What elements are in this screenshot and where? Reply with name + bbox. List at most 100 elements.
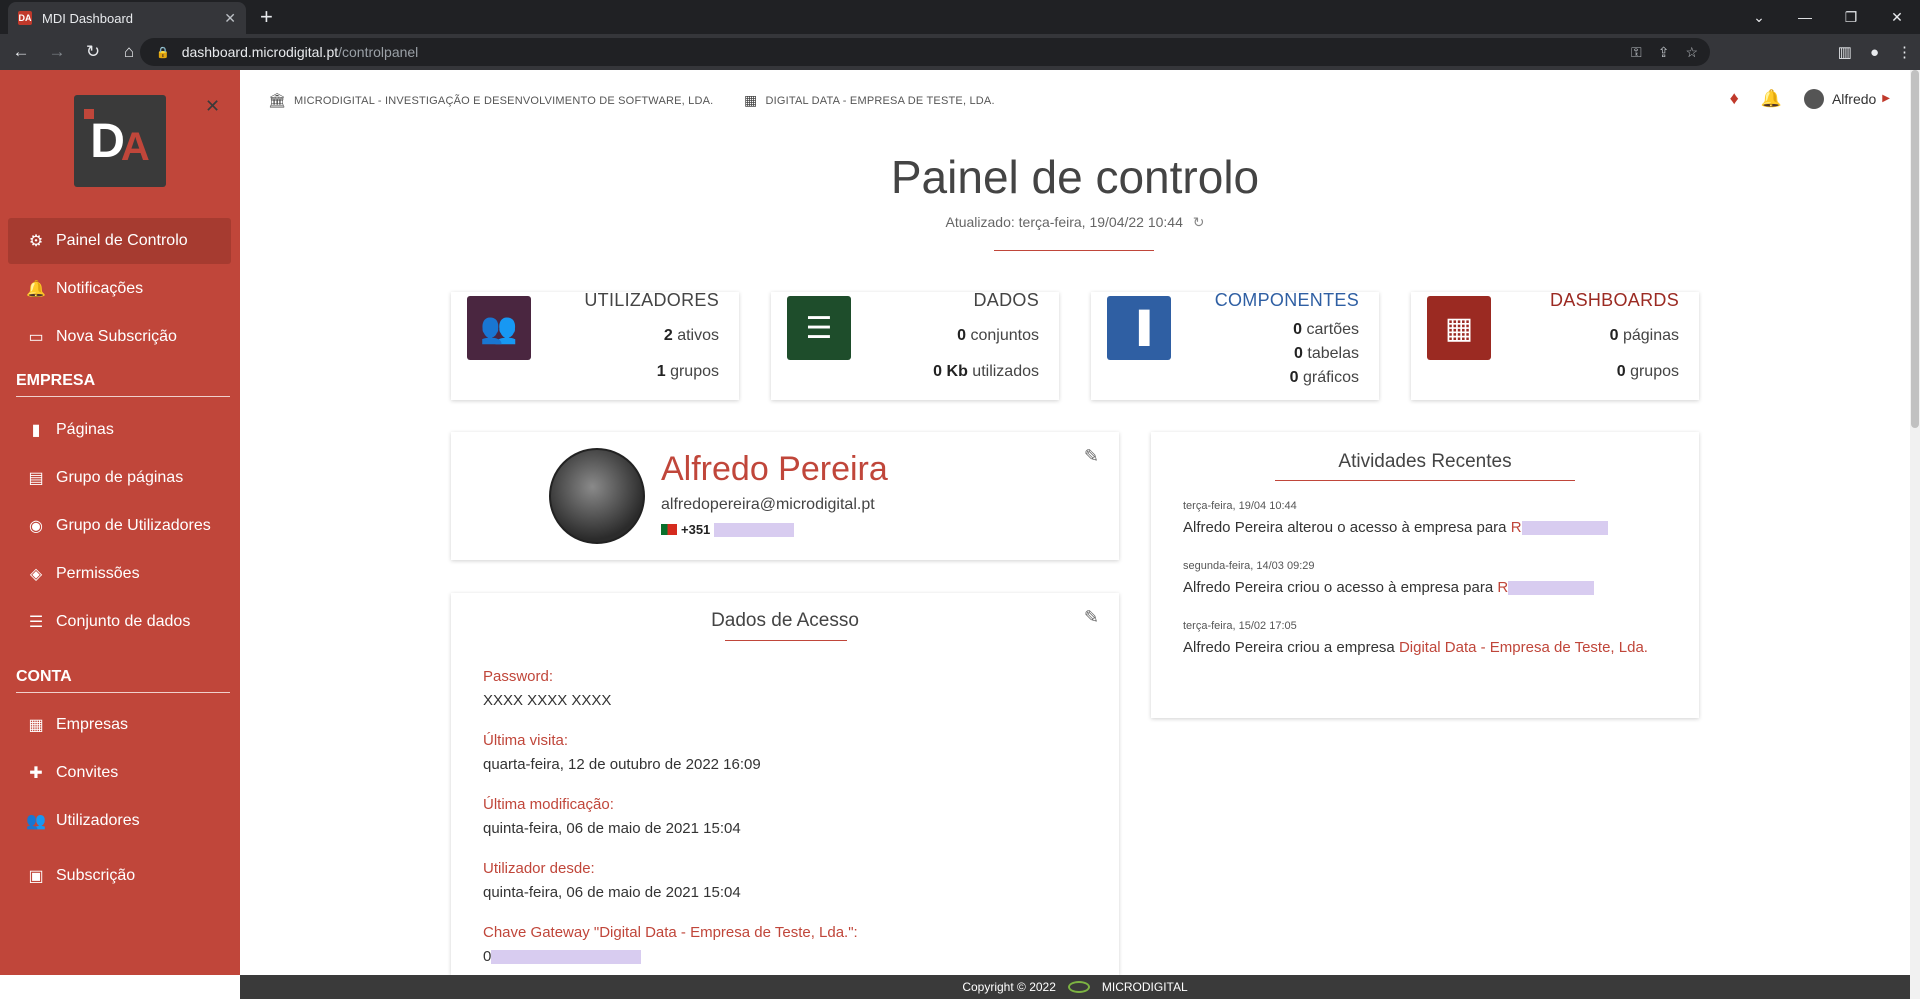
bell-icon: 🔔: [26, 281, 46, 298]
sidebar-item-painel-de-controlo[interactable]: ⚙ Painel de Controlo: [8, 218, 231, 264]
sidebar-item-grupo-de-utilizadores[interactable]: ◉ Grupo de Utilizadores: [8, 503, 231, 549]
user-toolbar: ♦ 🔔 Alfredo ▶: [1730, 88, 1890, 109]
activity-link[interactable]: R: [1497, 579, 1508, 596]
stat-row: 0 cartões: [1293, 321, 1359, 338]
bell-icon[interactable]: 🔔: [1761, 89, 1782, 109]
profile-avatar: [549, 448, 645, 544]
sidebar-item-conjunto-de-dados[interactable]: ☰ Conjunto de dados: [8, 599, 231, 645]
sidebar-item-permissoes[interactable]: ◈ Permissões: [8, 551, 231, 597]
pages-group-icon: ▤: [28, 470, 44, 487]
stat-row: 2 ativos: [663, 327, 719, 344]
sidebar-item-subscricao[interactable]: ▣ Subscrição: [8, 853, 231, 899]
profile-icon[interactable]: ●: [1870, 44, 1879, 61]
sidebar-item-empresas[interactable]: ▦ Empresas: [8, 702, 231, 748]
stat-card-dados[interactable]: ☰ DADOS 0 conjuntos 0 Kb utilizados: [771, 290, 1059, 400]
stat-card-componentes[interactable]: ▐ COMPONENTES 0 cartões 0 tabelas 0 gráficos: [1091, 290, 1379, 400]
new-tab-button[interactable]: +: [260, 4, 273, 30]
avatar: [1803, 88, 1824, 109]
sidebar-item-nova-subscricao[interactable]: ▭ Nova Subscrição: [8, 314, 231, 360]
microdigital-logo-icon: [1067, 981, 1090, 993]
building-icon: ▦: [28, 717, 44, 734]
sidebar-item-convites[interactable]: ✚ Convites: [8, 750, 231, 796]
restore-button[interactable]: ❐: [1828, 9, 1874, 26]
back-icon[interactable]: ←: [6, 42, 36, 62]
people-icon: 👥: [26, 813, 46, 830]
reload-icon[interactable]: ↻: [78, 42, 108, 62]
sidebar-item-label: Conjunto de dados: [56, 613, 191, 630]
access-field-value: quinta-feira, 06 de maio de 2021 15:04: [483, 884, 741, 901]
stat-row: 0 gráficos: [1289, 369, 1359, 386]
access-field-label: Última visita:: [483, 732, 569, 749]
access-field-value: quinta-feira, 06 de maio de 2021 15:04: [483, 820, 741, 837]
logo[interactable]: DA: [74, 95, 166, 187]
card-icon: ▭: [28, 329, 44, 346]
diamond-icon[interactable]: ♦: [1730, 88, 1739, 109]
book-icon: ▮: [31, 422, 41, 439]
side-panel-icon[interactable]: ▥: [1838, 43, 1852, 61]
section-conta: CONTA: [16, 668, 230, 693]
close-window-button[interactable]: ✕: [1874, 9, 1920, 26]
activity-link[interactable]: R: [1511, 519, 1522, 536]
access-field-label: Última modificação:: [483, 796, 614, 813]
stat-card-dashboards[interactable]: ▦ DASHBOARDS 0 páginas 0 grupos: [1411, 290, 1699, 400]
sidebar-item-notificacoes[interactable]: 🔔 Notificações: [8, 266, 231, 312]
user-menu[interactable]: Alfredo ▶: [1803, 88, 1890, 109]
tab-search-icon[interactable]: ⌄: [1736, 9, 1782, 26]
organization-secondary[interactable]: ▦ DIGITAL DATA - EMPRESA DE TESTE, LDA.: [744, 92, 995, 109]
gear-icon: ⚙: [28, 233, 44, 250]
activity-text: Alfredo Pereira criou a empresa Digital …: [1183, 639, 1648, 656]
edit-access-icon[interactable]: ✎: [1084, 607, 1099, 628]
close-tab-icon[interactable]: ✕: [224, 10, 236, 27]
unpin-icon[interactable]: ✕: [205, 96, 220, 117]
access-field-label: Utilizador desde:: [483, 860, 595, 877]
sidebar-item-label: Empresas: [56, 716, 129, 733]
menu-icon[interactable]: ⋮: [1897, 43, 1912, 61]
url-input[interactable]: 🔒 dashboard.microdigital.pt/controlpanel…: [140, 38, 1710, 66]
sidebar-item-label: Páginas: [56, 421, 114, 438]
activity-text: Alfredo Pereira criou o acesso à empresa…: [1183, 576, 1663, 599]
portugal-flag-icon: [661, 524, 677, 535]
stat-label: DADOS: [973, 290, 1039, 310]
scrollbar-thumb[interactable]: [1911, 70, 1919, 428]
bank-icon: 🏛: [268, 92, 286, 108]
stat-label: UTILIZADORES: [584, 290, 719, 310]
building-icon: ▦: [744, 92, 758, 108]
redacted-gateway-key: [491, 950, 642, 965]
activity-date: terça-feira, 15/02 17:05: [1183, 620, 1297, 632]
sidebar-item-label: Permissões: [56, 565, 140, 582]
minimize-button[interactable]: —: [1782, 9, 1828, 25]
stat-label: COMPONENTES: [1214, 290, 1359, 310]
section-empresa: EMPRESA: [16, 372, 230, 397]
sidebar-item-label: Subscrição: [56, 867, 136, 884]
activity-text: Alfredo Pereira alterou o acesso à empre…: [1183, 516, 1663, 539]
star-icon[interactable]: ☆: [1685, 44, 1698, 61]
tab-title: MDI Dashboard: [42, 10, 134, 26]
sidebar-item-utilizadores[interactable]: 👥 Utilizadores: [8, 798, 231, 844]
key-icon[interactable]: ⚿: [1631, 44, 1642, 61]
share-icon[interactable]: ⇪: [1658, 44, 1670, 61]
activity-link[interactable]: Digital Data - Empresa de Teste, Lda.: [1399, 639, 1648, 656]
page-scrollbar[interactable]: [1910, 70, 1920, 999]
redacted-name: [1521, 521, 1608, 536]
profile-phone: +351: [661, 522, 795, 537]
users-group-icon: ◉: [29, 518, 43, 535]
refresh-icon[interactable]: ↻: [1193, 214, 1205, 230]
footer: Copyright © 2022 MICRODIGITAL: [240, 975, 1910, 999]
sidebar-item-paginas[interactable]: ▮ Páginas: [8, 407, 231, 453]
sidebar-item-grupo-de-paginas[interactable]: ▤ Grupo de páginas: [8, 455, 231, 501]
access-field-label: Chave Gateway "Digital Data - Empresa de…: [483, 924, 858, 941]
stat-card-utilizadores[interactable]: 👥 UTILIZADORES 2 ativos 1 grupos: [451, 290, 739, 400]
browser-tab[interactable]: DA MDI Dashboard ✕: [8, 2, 246, 34]
lock-icon[interactable]: 🔒: [156, 46, 170, 59]
favicon-icon: DA: [18, 11, 32, 25]
sidebar-item-label: Notificações: [56, 280, 144, 297]
url-host: dashboard.microdigital.pt: [181, 44, 339, 60]
edit-profile-icon[interactable]: ✎: [1084, 446, 1099, 467]
forward-icon[interactable]: →: [42, 42, 72, 62]
window-controls: ⌄ — ❐ ✕: [1736, 0, 1920, 34]
activities-title-divider: [1275, 480, 1575, 481]
profile-card: Alfredo Pereira alfredopereira@microdigi…: [451, 432, 1119, 560]
sidebar-item-label: Convites: [56, 764, 119, 781]
organization-primary[interactable]: 🏛 MICRODIGITAL - INVESTIGAÇÃO E DESENVOL…: [268, 92, 713, 109]
updated-timestamp: Atualizado: terça-feira, 19/04/22 10:44 …: [945, 214, 1205, 230]
